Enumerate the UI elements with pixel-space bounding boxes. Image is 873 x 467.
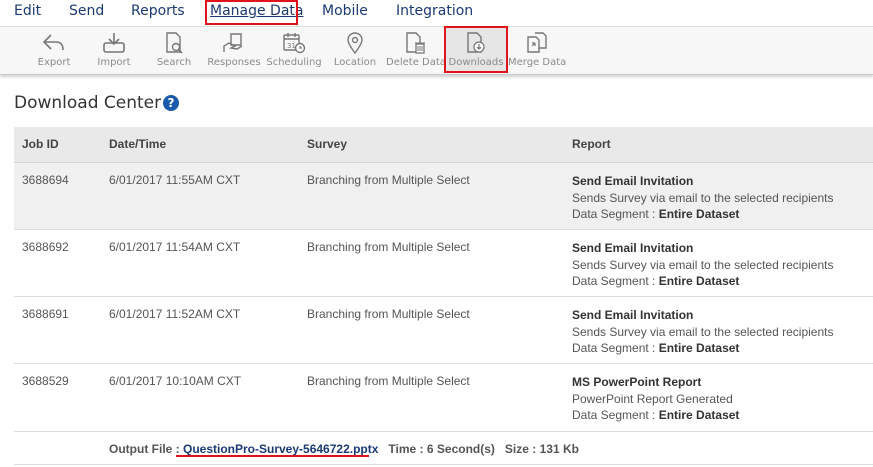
report-title: MS PowerPoint Report bbox=[572, 375, 702, 389]
help-icon[interactable]: ? bbox=[163, 95, 179, 111]
output-file-info: Output File : QuestionPro-Survey-5646722… bbox=[109, 442, 579, 456]
import-tray-icon bbox=[103, 33, 125, 53]
search-label: Search bbox=[156, 57, 192, 68]
segment-label: Data Segment : bbox=[572, 408, 659, 422]
datetime-cell: 6/01/2017 11:55AM CXT bbox=[109, 173, 241, 187]
survey-cell: Branching from Multiple Select bbox=[307, 173, 470, 187]
survey-cell: Branching from Multiple Select bbox=[307, 374, 470, 388]
page-title: Download Center bbox=[14, 93, 162, 113]
scheduling-label: Scheduling bbox=[266, 57, 322, 68]
table-row: 3688529 6/01/2017 10:10AM CXT Branching … bbox=[14, 364, 873, 431]
segment-label: Data Segment : bbox=[572, 341, 659, 355]
segment-label: Data Segment : bbox=[572, 207, 659, 221]
merge-data-label: Merge Data bbox=[508, 57, 567, 68]
header-report: Report bbox=[572, 137, 611, 151]
responses-label: Responses bbox=[207, 57, 261, 68]
export-button[interactable]: Export bbox=[30, 27, 78, 73]
manage-data-highlight bbox=[205, 0, 298, 25]
report-title: Send Email Invitation bbox=[572, 241, 694, 255]
import-label: Import bbox=[97, 57, 131, 68]
datetime-cell: 6/01/2017 10:10AM CXT bbox=[109, 374, 242, 388]
downloads-table: Job ID Date/Time Survey Report 3688694 6… bbox=[14, 127, 873, 465]
data-segment: Data Segment : Entire Dataset bbox=[572, 274, 739, 288]
search-button[interactable]: Search bbox=[150, 27, 198, 73]
import-button[interactable]: Import bbox=[90, 27, 138, 73]
data-segment: Data Segment : Entire Dataset bbox=[572, 408, 739, 422]
survey-cell: Branching from Multiple Select bbox=[307, 240, 470, 254]
job-id-cell: 3688691 bbox=[22, 307, 69, 321]
merge-data-button[interactable]: Merge Data bbox=[508, 27, 566, 73]
segment-value: Entire Dataset bbox=[658, 408, 740, 422]
output-size: Size : 131 Kb bbox=[504, 442, 579, 456]
export-label: Export bbox=[37, 57, 71, 68]
table-row: 3688692 6/01/2017 11:54AM CXT Branching … bbox=[14, 230, 873, 297]
export-arrow-icon bbox=[42, 34, 64, 51]
report-description: Sends Survey via email to the selected r… bbox=[572, 190, 834, 205]
output-file-row: Output File : QuestionPro-Survey-5646722… bbox=[14, 431, 873, 465]
report-cell: Send Email Invitation Sends Survey via e… bbox=[572, 173, 833, 223]
svg-text:31: 31 bbox=[287, 42, 296, 50]
scheduling-button[interactable]: 31 Scheduling bbox=[266, 27, 322, 73]
job-id-cell: 3688694 bbox=[22, 173, 69, 187]
merge-documents-icon bbox=[527, 32, 547, 53]
document-trash-icon bbox=[406, 32, 425, 54]
data-segment: Data Segment : Entire Dataset bbox=[572, 207, 739, 221]
location-button[interactable]: Location bbox=[330, 27, 380, 73]
report-description: Sends Survey via email to the selected r… bbox=[572, 257, 834, 272]
segment-label: Data Segment : bbox=[572, 274, 659, 288]
job-id-cell: 3688529 bbox=[22, 374, 69, 388]
output-file-link[interactable]: QuestionPro-Survey-5646722.pptx bbox=[183, 442, 378, 456]
location-pin-icon bbox=[347, 32, 363, 55]
document-search-icon bbox=[166, 32, 183, 54]
header-survey: Survey bbox=[307, 137, 348, 151]
report-description: Sends Survey via email to the selected r… bbox=[572, 324, 834, 339]
datetime-cell: 6/01/2017 11:54AM CXT bbox=[109, 240, 241, 254]
table-row: 3688691 6/01/2017 11:52AM CXT Branching … bbox=[14, 297, 873, 364]
segment-value: Entire Dataset bbox=[658, 274, 740, 288]
header-datetime: Date/Time bbox=[109, 137, 167, 151]
calendar-clock-icon: 31 bbox=[283, 33, 306, 54]
menu-item-reports[interactable]: Reports bbox=[131, 3, 185, 19]
data-segment: Data Segment : Entire Dataset bbox=[572, 341, 739, 355]
report-cell: Send Email Invitation Sends Survey via e… bbox=[572, 307, 833, 357]
downloads-highlight bbox=[444, 26, 508, 73]
job-id-cell: 3688692 bbox=[22, 240, 69, 254]
top-menu-bar: Edit Send Reports Manage Data Mobile Int… bbox=[0, 0, 873, 27]
file-link-highlight bbox=[176, 455, 369, 457]
report-title: Send Email Invitation bbox=[572, 174, 694, 188]
survey-cell: Branching from Multiple Select bbox=[307, 307, 470, 321]
responses-hand-icon bbox=[223, 33, 243, 52]
menu-item-send[interactable]: Send bbox=[69, 3, 104, 19]
segment-value: Entire Dataset bbox=[658, 207, 740, 221]
output-time: Time : 6 Second(s) bbox=[388, 442, 495, 456]
report-cell: Send Email Invitation Sends Survey via e… bbox=[572, 240, 833, 290]
delete-data-button[interactable]: Delete Data bbox=[386, 27, 446, 73]
responses-button[interactable]: Responses bbox=[206, 27, 262, 73]
segment-value: Entire Dataset bbox=[658, 341, 740, 355]
table-row: 3688694 6/01/2017 11:55AM CXT Branching … bbox=[14, 163, 873, 230]
datetime-cell: 6/01/2017 11:52AM CXT bbox=[109, 307, 241, 321]
output-file-label: Output File : bbox=[109, 442, 183, 456]
toolbar: Export Import Search Responses 31 Schedu… bbox=[0, 27, 873, 75]
location-label: Location bbox=[333, 57, 377, 68]
header-job-id: Job ID bbox=[22, 137, 59, 151]
report-cell: MS PowerPoint Report PowerPoint Report G… bbox=[572, 374, 739, 424]
report-title: Send Email Invitation bbox=[572, 308, 694, 322]
delete-data-label: Delete Data bbox=[386, 57, 446, 68]
menu-item-mobile[interactable]: Mobile bbox=[322, 3, 368, 19]
table-header: Job ID Date/Time Survey Report bbox=[14, 127, 873, 163]
menu-item-integration[interactable]: Integration bbox=[396, 3, 473, 19]
menu-item-edit[interactable]: Edit bbox=[14, 3, 41, 19]
report-description: PowerPoint Report Generated bbox=[572, 391, 733, 406]
